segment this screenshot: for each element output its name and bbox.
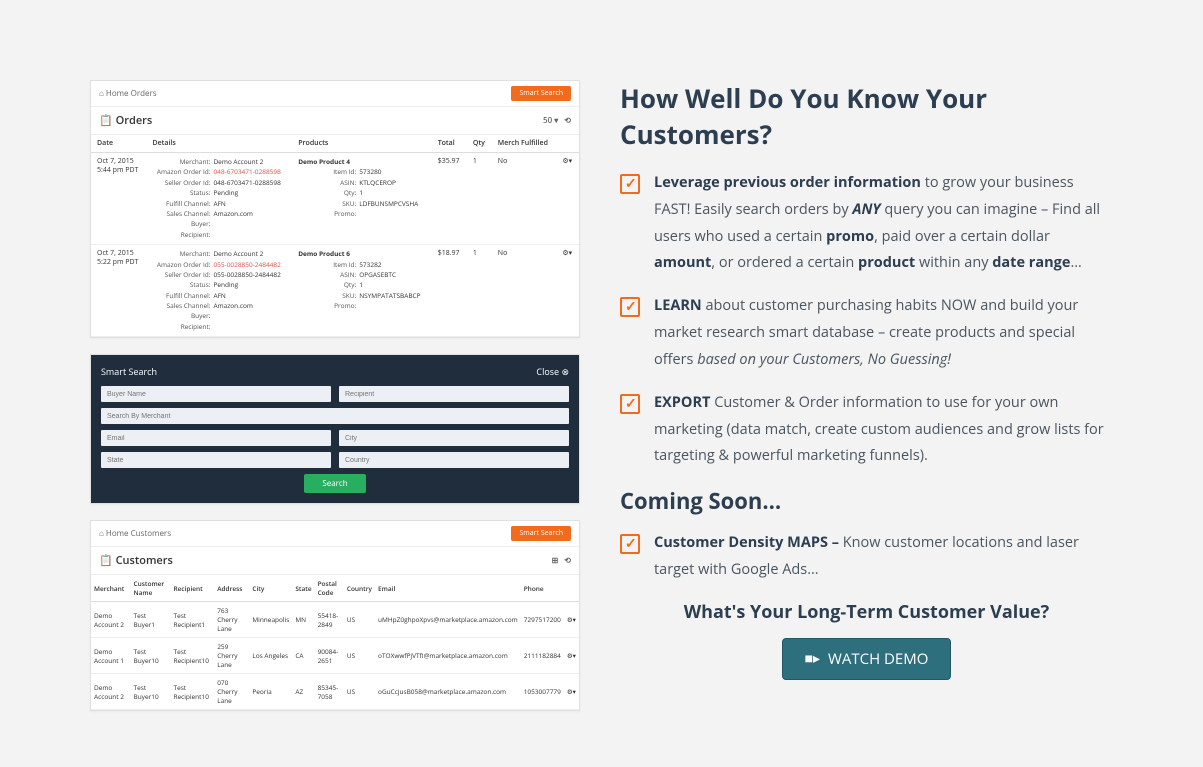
gear-icon[interactable]: ⚙▾ — [562, 157, 572, 166]
reload-icon[interactable]: ⟲ — [564, 115, 571, 126]
country-input[interactable] — [339, 452, 569, 468]
gear-icon[interactable]: ⚙▾ — [567, 651, 576, 660]
merchant-input[interactable] — [101, 408, 569, 424]
reload-icon[interactable]: ⟲ — [564, 555, 571, 566]
home-icon: Home — [99, 528, 129, 539]
content-column: How Well Do You Know Your Customers? Lev… — [620, 80, 1143, 727]
breadcrumb: Home Orders — [99, 88, 157, 99]
bullet-learn: LEARN about customer purchasing habits N… — [620, 293, 1113, 373]
table-row: Oct 7, 20155:44 pm PDT Merchant:Demo Acc… — [91, 153, 579, 245]
recipient-input[interactable] — [339, 386, 569, 402]
state-input[interactable] — [101, 452, 331, 468]
customers-screenshot: Home Customers Smart Search 📋 Customers … — [90, 520, 580, 711]
smart-search-button[interactable]: Smart Search — [511, 526, 571, 541]
video-icon: ■▸ — [805, 649, 820, 668]
panel-title-customers: 📋 Customers — [99, 553, 173, 568]
close-button[interactable]: Close ⊗ — [536, 365, 569, 378]
home-icon: Home — [99, 88, 129, 99]
table-row: Demo Account 2Test Buyer1Test Recipient1… — [91, 602, 579, 638]
pager-tool-icon[interactable]: ⊞ — [552, 555, 559, 566]
screenshots-column: Home Orders Smart Search 📋 Orders 50 ▾ ⟲… — [90, 80, 580, 727]
table-row: Demo Account 2Test Buyer10Test Recipient… — [91, 674, 579, 710]
gear-icon[interactable]: ⚙▾ — [567, 615, 576, 624]
orders-screenshot: Home Orders Smart Search 📋 Orders 50 ▾ ⟲… — [90, 80, 580, 338]
smart-search-button[interactable]: Smart Search — [511, 86, 571, 101]
table-row: Oct 7, 20155:22 pm PDT Merchant:Demo Acc… — [91, 245, 579, 337]
breadcrumb: Home Customers — [99, 528, 171, 539]
pager-tool-icon[interactable]: 50 ▾ — [543, 115, 558, 126]
search-button[interactable]: Search — [304, 474, 365, 493]
smart-search-screenshot: Smart Search Close ⊗ Sea — [90, 354, 580, 504]
smart-search-title: Smart Search — [101, 365, 157, 378]
gear-icon[interactable]: ⚙▾ — [562, 249, 572, 258]
email-input[interactable] — [101, 430, 331, 446]
coming-soon-heading: Coming Soon… — [620, 486, 1113, 516]
panel-title-orders: 📋 Orders — [99, 113, 152, 128]
cta-question: What's Your Long-Term Customer Value? — [620, 600, 1113, 624]
bullet-export: EXPORT Customer & Order information to u… — [620, 390, 1113, 470]
page-headline: How Well Do You Know Your Customers? — [620, 80, 1113, 152]
table-row: Demo Account 1Test Buyer10Test Recipient… — [91, 638, 579, 674]
bullet-maps: Customer Density MAPS – Know customer lo… — [620, 530, 1113, 584]
city-input[interactable] — [339, 430, 569, 446]
gear-icon[interactable]: ⚙▾ — [567, 687, 576, 696]
watch-demo-button[interactable]: ■▸ WATCH DEMO — [782, 638, 952, 680]
bullet-leverage: Leverage previous order information to g… — [620, 170, 1113, 277]
buyer-name-input[interactable] — [101, 386, 331, 402]
